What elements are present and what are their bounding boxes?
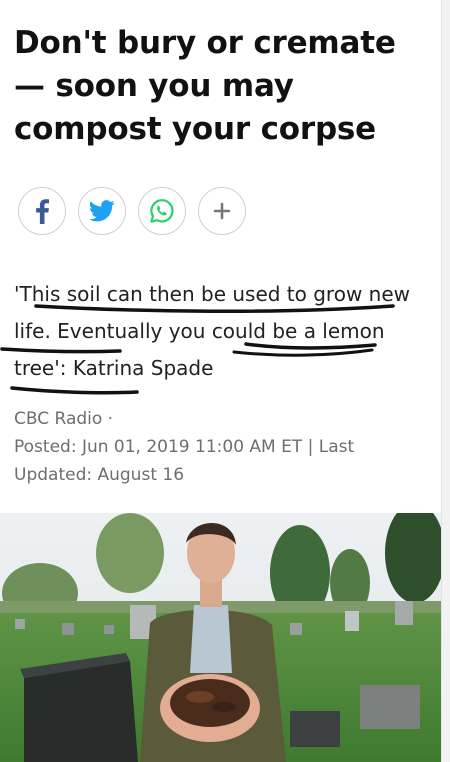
whatsapp-icon xyxy=(150,199,174,223)
cemetery-photo-illustration xyxy=(0,513,441,762)
article-updated-date: Updated: August 16 xyxy=(14,465,185,485)
facebook-icon xyxy=(36,199,49,224)
article-hero-photo[interactable] xyxy=(0,513,441,762)
share-twitter-button[interactable] xyxy=(78,187,126,235)
twitter-icon xyxy=(89,200,115,222)
share-more-button[interactable] xyxy=(198,187,246,235)
article-headline: Don't bury or cremate — soon you may com… xyxy=(14,25,396,147)
article-source: CBC Radio · xyxy=(14,409,114,429)
plus-icon xyxy=(213,202,231,220)
page-scroll-edge[interactable] xyxy=(441,0,450,762)
share-bar xyxy=(18,187,246,235)
article-posted-date: Posted: Jun 01, 2019 11:00 AM ET | Last xyxy=(14,437,355,457)
share-whatsapp-button[interactable] xyxy=(138,187,186,235)
underline-stroke xyxy=(10,386,139,395)
article-meta: CBC Radio · Posted: Jun 01, 2019 11:00 A… xyxy=(14,405,434,489)
article-page: Don't bury or cremate — soon you may com… xyxy=(0,0,441,762)
pull-quote: 'This soil can then be used to grow new … xyxy=(14,282,411,380)
share-facebook-button[interactable] xyxy=(18,187,66,235)
